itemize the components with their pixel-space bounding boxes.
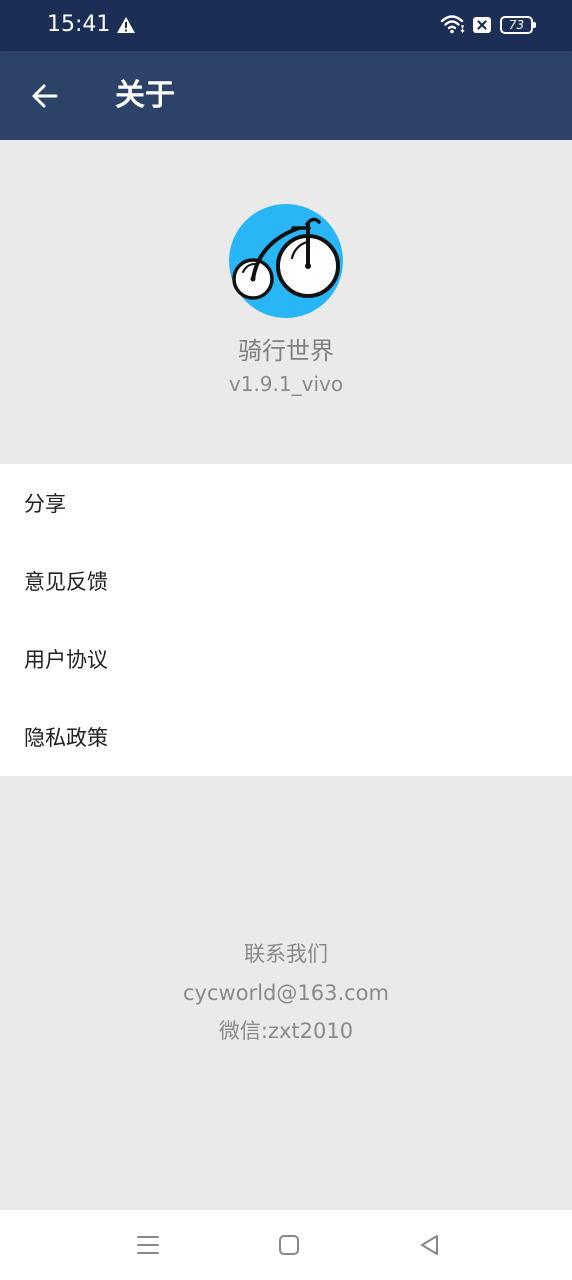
app-version: v1.9.1_vivo — [228, 372, 344, 396]
back-button[interactable] — [22, 73, 68, 119]
status-bar: 15:41 73 — [0, 0, 572, 51]
back-triangle-icon[interactable] — [417, 1232, 443, 1258]
bicycle-logo-icon — [229, 204, 343, 318]
no-sim-icon — [473, 17, 491, 33]
menu-item-privacy-policy[interactable]: 隐私政策 — [0, 698, 572, 776]
contact-heading: 联系我们 — [244, 942, 328, 966]
arrow-left-icon — [32, 84, 58, 108]
app-name: 骑行世界 — [238, 337, 334, 365]
home-icon[interactable] — [276, 1232, 302, 1258]
system-nav-bar — [0, 1210, 572, 1280]
wifi-icon — [440, 15, 465, 34]
menu-item-label: 用户协议 — [24, 648, 108, 672]
about-header: 骑行世界 v1.9.1_vivo — [0, 140, 572, 464]
page-title: 关于 — [115, 78, 175, 113]
menu-item-user-agreement[interactable]: 用户协议 — [0, 620, 572, 698]
status-time: 15:41 — [47, 12, 111, 37]
menu-item-label: 意见反馈 — [24, 570, 108, 594]
menu-item-feedback[interactable]: 意见反馈 — [0, 542, 572, 620]
contact-wechat: 微信:zxt2010 — [218, 1019, 354, 1043]
app-bar: 关于 — [0, 51, 572, 140]
contact-section: 联系我们 cycworld@163.com 微信:zxt2010 — [0, 776, 572, 1210]
battery-indicator: 73 — [500, 16, 536, 34]
contact-email: cycworld@163.com — [183, 981, 389, 1005]
menu-item-label: 分享 — [24, 492, 66, 516]
menu-icon[interactable] — [135, 1232, 161, 1258]
menu-list: 分享 意见反馈 用户协议 隐私政策 — [0, 464, 572, 776]
menu-item-label: 隐私政策 — [24, 726, 108, 750]
warning-icon — [117, 17, 135, 33]
menu-item-share[interactable]: 分享 — [0, 464, 572, 542]
